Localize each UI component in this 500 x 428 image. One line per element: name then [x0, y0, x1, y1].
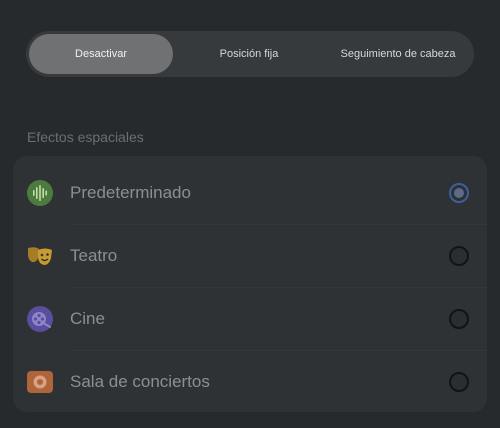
radio-button[interactable]	[449, 246, 469, 266]
effect-label: Sala de conciertos	[70, 372, 210, 391]
radio-button-selected[interactable]	[449, 183, 469, 203]
tab-seguimiento-de-cabeza[interactable]: Seguimiento de cabeza	[325, 34, 471, 74]
spatial-effects-list: Predeterminado Teatro Cine Sala de conci…	[13, 156, 487, 412]
section-title: Efectos espaciales	[27, 129, 144, 145]
effect-option-teatro[interactable]: Teatro	[13, 225, 487, 287]
theater-masks-icon	[26, 242, 54, 270]
spatial-mode-segmented-control: Desactivar Posición fija Seguimiento de …	[26, 31, 474, 77]
effect-label: Cine	[70, 309, 105, 328]
soundwave-icon	[26, 179, 54, 207]
spatial-audio-screen: Desactivar Posición fija Seguimiento de …	[0, 0, 500, 428]
radio-button[interactable]	[449, 372, 469, 392]
effect-option-cine[interactable]: Cine	[13, 288, 487, 350]
effect-option-sala-de-conciertos[interactable]: Sala de conciertos	[13, 351, 487, 413]
film-reel-icon	[26, 305, 54, 333]
tab-posicion-fija[interactable]: Posición fija	[173, 34, 325, 74]
radio-button[interactable]	[449, 309, 469, 329]
effect-option-predeterminado[interactable]: Predeterminado	[13, 162, 487, 224]
concert-hall-icon	[26, 368, 54, 396]
effect-label: Predeterminado	[70, 183, 191, 202]
tab-desactivar[interactable]: Desactivar	[29, 34, 173, 74]
effect-label: Teatro	[70, 246, 118, 265]
